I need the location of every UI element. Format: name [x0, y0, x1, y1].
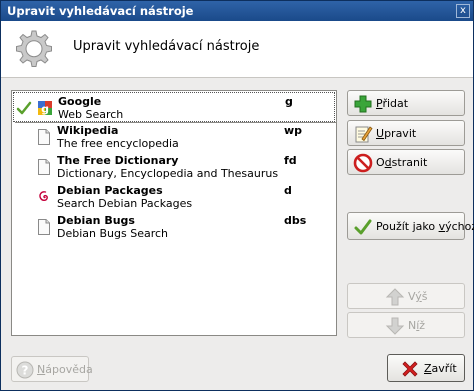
help-button[interactable]: ? Nápověda: [11, 356, 93, 382]
arrow-up-icon: [385, 288, 405, 306]
svg-text:?: ?: [22, 364, 29, 378]
move-up-button[interactable]: Výš: [347, 283, 465, 309]
move-down-button-label: Níž: [408, 319, 426, 332]
help-icon: ?: [16, 361, 34, 379]
arrow-down-icon: [385, 317, 405, 335]
set-default-button[interactable]: Použít jako výchozí: [347, 212, 474, 240]
close-button-label: Zavřít: [424, 362, 457, 375]
move-up-button-label: Výš: [408, 290, 428, 303]
svg-text:g: g: [41, 103, 49, 116]
engine-keyword: d: [284, 184, 292, 197]
list-item[interactable]: The Free Dictionary Dictionary, Encyclop…: [13, 152, 335, 182]
set-default-button-label: Použít jako výchozí: [376, 220, 474, 233]
close-icon: [402, 361, 418, 377]
edit-document-icon: [355, 126, 373, 143]
help-button-label: Nápověda: [37, 363, 93, 376]
engine-name: Debian Bugs: [57, 214, 135, 227]
document-icon: [38, 129, 50, 145]
title-bar[interactable]: Upravit vyhledávací nástroje x: [1, 1, 473, 21]
list-item[interactable]: Wikipedia The free encyclopedia wp: [13, 122, 335, 152]
debian-swirl-icon: [39, 191, 48, 202]
engine-keyword: g: [285, 95, 293, 108]
list-item[interactable]: g Google Web Search g: [13, 92, 337, 123]
list-item[interactable]: Debian Packages Search Debian Packages d: [13, 182, 335, 212]
gear-icon: [16, 30, 52, 67]
dialog-window: Upravit vyhledávací nástroje x Upravit v…: [0, 0, 474, 391]
engine-keyword: fd: [284, 154, 297, 167]
close-button[interactable]: Zavřít: [387, 354, 465, 382]
move-down-button[interactable]: Níž: [347, 312, 465, 338]
edit-button[interactable]: Upravit: [347, 120, 465, 146]
check-icon: [354, 219, 372, 235]
remove-button-label: Odstranit: [376, 156, 428, 169]
engine-description: Web Search: [58, 108, 124, 121]
add-button-label: Přidat: [376, 97, 409, 110]
document-icon: [38, 219, 50, 235]
remove-icon: [353, 153, 373, 173]
list-item[interactable]: Debian Bugs Debian Bugs Search dbs: [13, 212, 335, 242]
engine-name: Debian Packages: [57, 184, 163, 197]
add-button[interactable]: Přidat: [347, 90, 465, 116]
engine-name: The Free Dictionary: [57, 154, 179, 167]
window-title: Upravit vyhledávací nástroje: [7, 4, 194, 18]
default-check-icon: [16, 101, 32, 115]
engine-description: Debian Bugs Search: [57, 227, 169, 240]
plus-icon: [354, 95, 372, 113]
engine-keyword: dbs: [284, 214, 307, 227]
dialog-header: Upravit vyhledávací nástroje: [1, 21, 473, 78]
page-title: Upravit vyhledávací nástroje: [73, 39, 260, 54]
search-engine-list[interactable]: g Google Web Search g Wikipedia The free…: [11, 90, 337, 336]
engine-keyword: wp: [284, 124, 303, 137]
google-icon: g: [38, 101, 52, 116]
engine-description: The free encyclopedia: [57, 137, 179, 150]
remove-button[interactable]: Odstranit: [347, 149, 465, 175]
engine-name: Wikipedia: [57, 124, 119, 137]
engine-description: Dictionary, Encyclopedia and Thesaurus: [57, 167, 279, 180]
engine-name: Google: [58, 95, 102, 108]
document-icon: [38, 159, 50, 175]
engine-description: Search Debian Packages: [57, 197, 193, 210]
window-close-button[interactable]: x: [456, 4, 470, 18]
edit-button-label: Upravit: [376, 127, 417, 140]
